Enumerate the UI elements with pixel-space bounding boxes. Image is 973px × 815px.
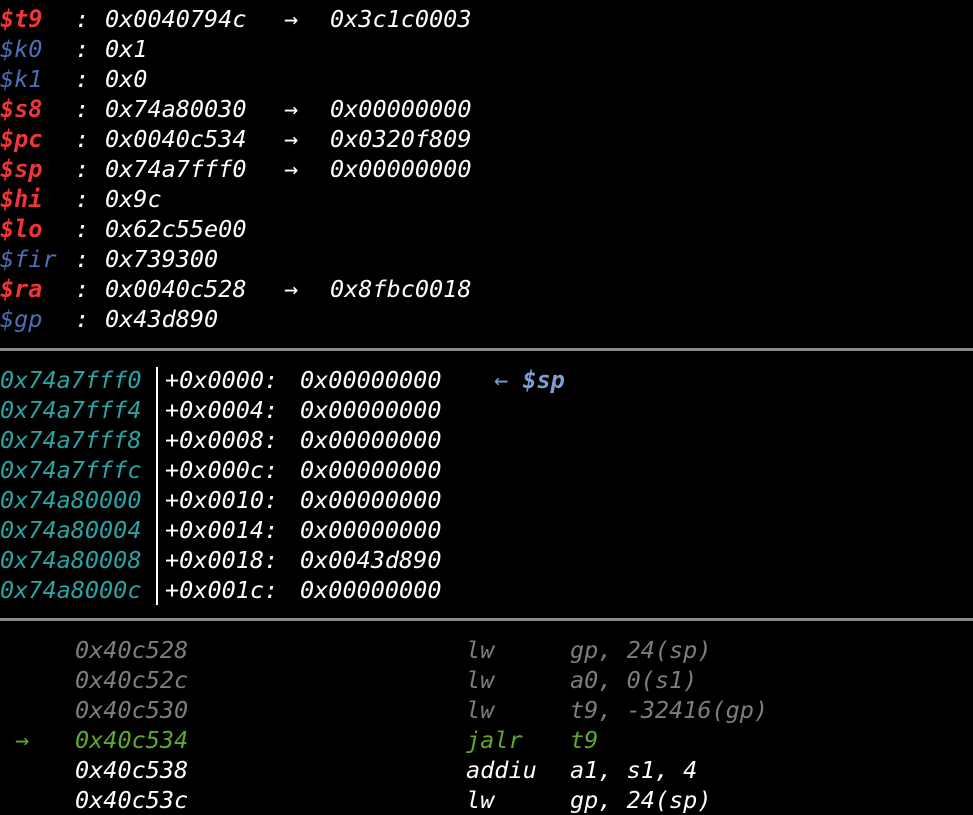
- register-colon: :: [75, 125, 90, 153]
- stack-pointer-label: $sp: [522, 366, 565, 394]
- stack-address: 0x74a7fffc: [0, 456, 142, 484]
- registers-stack-separator: [0, 348, 973, 351]
- instruction-mnemonic: addiu: [466, 756, 537, 784]
- stack-offset: +0x001c:: [165, 576, 279, 604]
- stack-offset: +0x0004:: [165, 396, 279, 424]
- register-colon: :: [75, 305, 90, 333]
- register-colon: :: [75, 275, 90, 303]
- instruction-mnemonic: lw: [466, 786, 495, 814]
- register-value: 0x0: [105, 65, 148, 93]
- register-value: 0x0040c528: [105, 275, 247, 303]
- instruction-operands: gp, 24(sp): [570, 786, 712, 814]
- register-deref-arrow: →: [284, 275, 299, 303]
- register-deref-arrow: →: [284, 155, 299, 183]
- stack-address: 0x74a8000c: [0, 576, 142, 604]
- register-value: 0x62c55e00: [105, 215, 247, 243]
- register-deref-arrow: →: [284, 5, 299, 33]
- stack-offset: +0x0008:: [165, 426, 279, 454]
- register-colon: :: [75, 65, 90, 93]
- stack-value: 0x00000000: [300, 396, 442, 424]
- register-name: $sp: [0, 155, 43, 183]
- stack-offset: +0x0018:: [165, 546, 279, 574]
- stack-value: 0x00000000: [300, 426, 442, 454]
- stack-address: 0x74a80004: [0, 516, 142, 544]
- stack-offset: +0x0014:: [165, 516, 279, 544]
- register-value: 0x0040794c: [105, 5, 247, 33]
- register-value: 0x0040c534: [105, 125, 247, 153]
- register-name: $hi: [0, 185, 43, 213]
- stack-address: 0x74a80000: [0, 486, 142, 514]
- stack-offset: +0x0000:: [165, 366, 279, 394]
- register-value: 0x739300: [105, 245, 219, 273]
- register-name: $ra: [0, 275, 43, 303]
- stack-address: 0x74a7fff0: [0, 366, 142, 394]
- register-deref-value: 0x0320f809: [330, 125, 472, 153]
- stack-value: 0x00000000: [300, 456, 442, 484]
- register-deref-arrow: →: [284, 95, 299, 123]
- register-colon: :: [75, 5, 90, 33]
- register-name: $k0: [0, 35, 43, 63]
- register-name: $t9: [0, 5, 43, 33]
- register-colon: :: [75, 35, 90, 63]
- stack-value: 0x00000000: [300, 486, 442, 514]
- instruction-mnemonic: jalr: [466, 726, 523, 754]
- instruction-operands: t9: [570, 726, 599, 754]
- instruction-address: 0x40c534: [75, 726, 189, 754]
- left-arrow-icon: ←: [494, 366, 509, 394]
- instruction-address: 0x40c53c: [75, 786, 189, 814]
- instruction-mnemonic: lw: [466, 696, 495, 724]
- instruction-address: 0x40c538: [75, 756, 189, 784]
- register-colon: :: [75, 215, 90, 243]
- instruction-operands: a1, s1, 4: [570, 756, 698, 784]
- instruction-address: 0x40c52c: [75, 666, 189, 694]
- stack-pointer-annotation: ← $sp: [494, 365, 565, 395]
- stack-address: 0x74a80008: [0, 546, 142, 574]
- stack-value: 0x0043d890: [300, 546, 442, 574]
- register-colon: :: [75, 155, 90, 183]
- register-value: 0x43d890: [105, 305, 219, 333]
- register-deref-arrow: →: [284, 125, 299, 153]
- register-deref-value: 0x00000000: [330, 155, 472, 183]
- instruction-mnemonic: lw: [466, 666, 495, 694]
- register-name: $s8: [0, 95, 43, 123]
- register-deref-value: 0x3c1c0003: [330, 5, 472, 33]
- register-colon: :: [75, 185, 90, 213]
- stack-code-separator: [0, 618, 973, 621]
- instruction-operands: gp, 24(sp): [570, 636, 712, 664]
- register-deref-value: 0x8fbc0018: [330, 275, 472, 303]
- stack-address: 0x74a7fff8: [0, 426, 142, 454]
- instruction-operands: a0, 0(s1): [570, 666, 698, 694]
- register-name: $k1: [0, 65, 43, 93]
- register-name: $fir: [0, 245, 57, 273]
- stack-value: 0x00000000: [300, 516, 442, 544]
- register-deref-value: 0x00000000: [330, 95, 472, 123]
- register-value: 0x9c: [105, 185, 162, 213]
- instruction-mnemonic: lw: [466, 636, 495, 664]
- stack-address: 0x74a7fff4: [0, 396, 142, 424]
- register-value: 0x74a80030: [105, 95, 247, 123]
- register-name: $lo: [0, 215, 43, 243]
- stack-offset: +0x0010:: [165, 486, 279, 514]
- stack-value: 0x00000000: [300, 366, 442, 394]
- register-name: $pc: [0, 125, 43, 153]
- stack-value: 0x00000000: [300, 576, 442, 604]
- register-value: 0x74a7fff0: [105, 155, 247, 183]
- instruction-operands: t9, -32416(gp): [570, 696, 769, 724]
- register-colon: :: [75, 95, 90, 123]
- stack-column-divider: [156, 367, 158, 605]
- register-value: 0x1: [105, 35, 148, 63]
- instruction-address: 0x40c530: [75, 696, 189, 724]
- register-colon: :: [75, 245, 90, 273]
- stack-offset: +0x000c:: [165, 456, 279, 484]
- current-instruction-arrow-icon: →: [15, 726, 30, 754]
- instruction-address: 0x40c528: [75, 636, 189, 664]
- register-name: $gp: [0, 305, 43, 333]
